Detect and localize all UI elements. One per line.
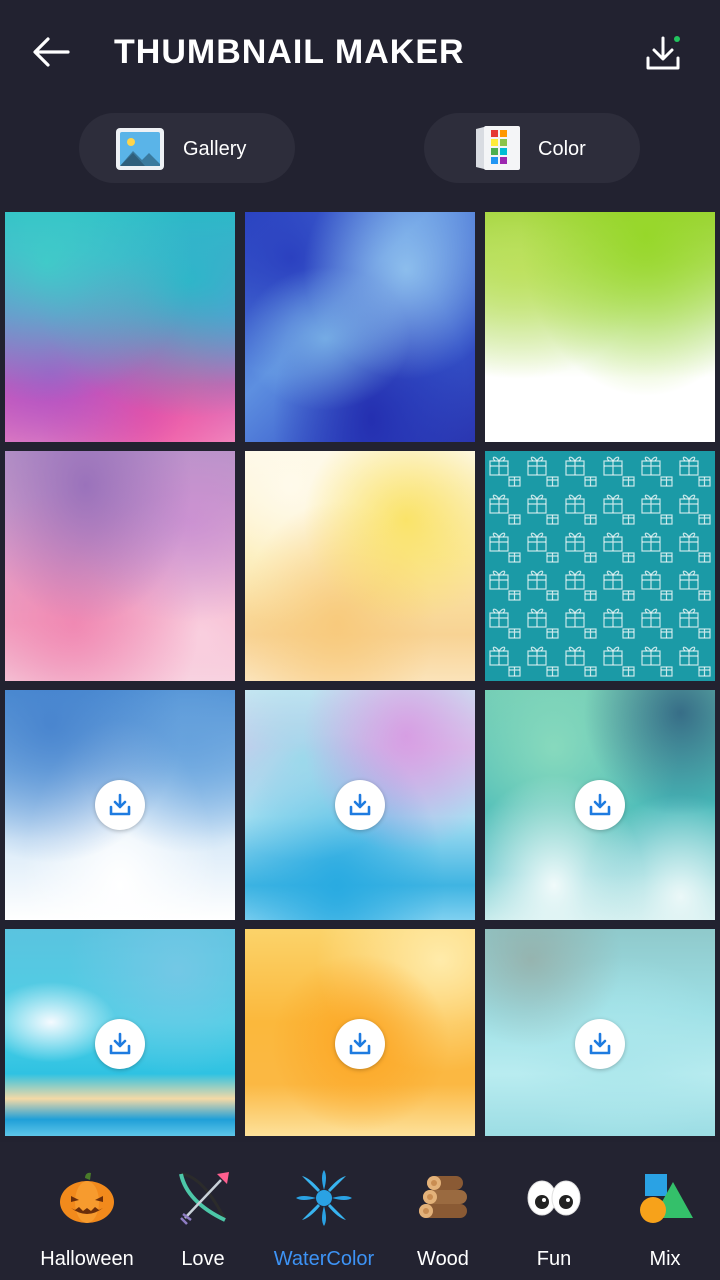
download-tray-icon bbox=[646, 36, 680, 70]
download-icon bbox=[109, 1032, 131, 1055]
background-tile[interactable] bbox=[485, 690, 715, 920]
download-icon bbox=[349, 1032, 371, 1055]
arrow-left-icon bbox=[33, 37, 70, 67]
download-icon bbox=[109, 793, 131, 816]
category-wood[interactable]: Wood bbox=[383, 1142, 503, 1280]
category-label: Mix bbox=[649, 1248, 681, 1270]
pumpkin-icon bbox=[60, 1172, 114, 1223]
page-title: THUMBNAIL MAKER bbox=[114, 33, 465, 71]
background-tile[interactable] bbox=[5, 690, 235, 920]
background-tile[interactable] bbox=[245, 451, 475, 681]
category-bar: Halloween Love WaterColor Wood Fun Mix bbox=[0, 1142, 720, 1280]
shapes-icon bbox=[640, 1174, 693, 1223]
download-icon bbox=[349, 793, 371, 816]
category-label: Halloween bbox=[40, 1248, 134, 1270]
download-tile-button[interactable] bbox=[575, 780, 625, 830]
download-tile-button[interactable] bbox=[95, 1019, 145, 1069]
category-halloween[interactable]: Halloween bbox=[27, 1142, 147, 1280]
category-love[interactable]: Love bbox=[143, 1142, 263, 1280]
background-tile[interactable] bbox=[245, 212, 475, 442]
color-label: Color bbox=[538, 138, 586, 160]
category-watercolor[interactable]: WaterColor bbox=[264, 1142, 384, 1280]
category-label: Fun bbox=[536, 1248, 572, 1270]
water-splash-icon bbox=[296, 1170, 352, 1226]
download-tile-button[interactable] bbox=[335, 1019, 385, 1069]
gallery-label: Gallery bbox=[183, 138, 247, 160]
background-tile[interactable] bbox=[485, 929, 715, 1136]
downloads-button[interactable] bbox=[638, 30, 688, 78]
download-icon bbox=[589, 793, 611, 816]
download-icon bbox=[589, 1032, 611, 1055]
background-tile[interactable] bbox=[245, 929, 475, 1136]
background-tile[interactable] bbox=[485, 212, 715, 442]
gallery-button[interactable]: Gallery bbox=[79, 113, 295, 183]
background-tile[interactable] bbox=[5, 929, 235, 1136]
color-button[interactable]: Color bbox=[424, 113, 640, 183]
background-tile[interactable] bbox=[5, 212, 235, 442]
background-tile[interactable] bbox=[5, 451, 235, 681]
googly-eyes-icon bbox=[527, 1180, 581, 1216]
notification-dot bbox=[674, 36, 680, 42]
category-label: WaterColor bbox=[273, 1248, 375, 1270]
gallery-image-icon bbox=[116, 128, 164, 170]
back-button[interactable] bbox=[28, 30, 74, 74]
background-tile[interactable] bbox=[245, 690, 475, 920]
background-grid bbox=[0, 206, 720, 1136]
wood-logs-icon bbox=[419, 1176, 467, 1218]
cupid-bow-icon bbox=[179, 1172, 229, 1225]
color-palette-book-icon bbox=[476, 126, 520, 170]
download-tile-button[interactable] bbox=[95, 780, 145, 830]
category-label: Wood bbox=[417, 1248, 469, 1270]
gift-pattern bbox=[485, 451, 715, 681]
background-tile[interactable] bbox=[485, 451, 715, 681]
category-fun[interactable]: Fun bbox=[494, 1142, 614, 1280]
app-bar: THUMBNAIL MAKER bbox=[0, 0, 720, 104]
category-label: Love bbox=[181, 1248, 225, 1270]
download-tile-button[interactable] bbox=[575, 1019, 625, 1069]
category-mix[interactable]: Mix bbox=[605, 1142, 720, 1280]
download-tile-button[interactable] bbox=[335, 780, 385, 830]
